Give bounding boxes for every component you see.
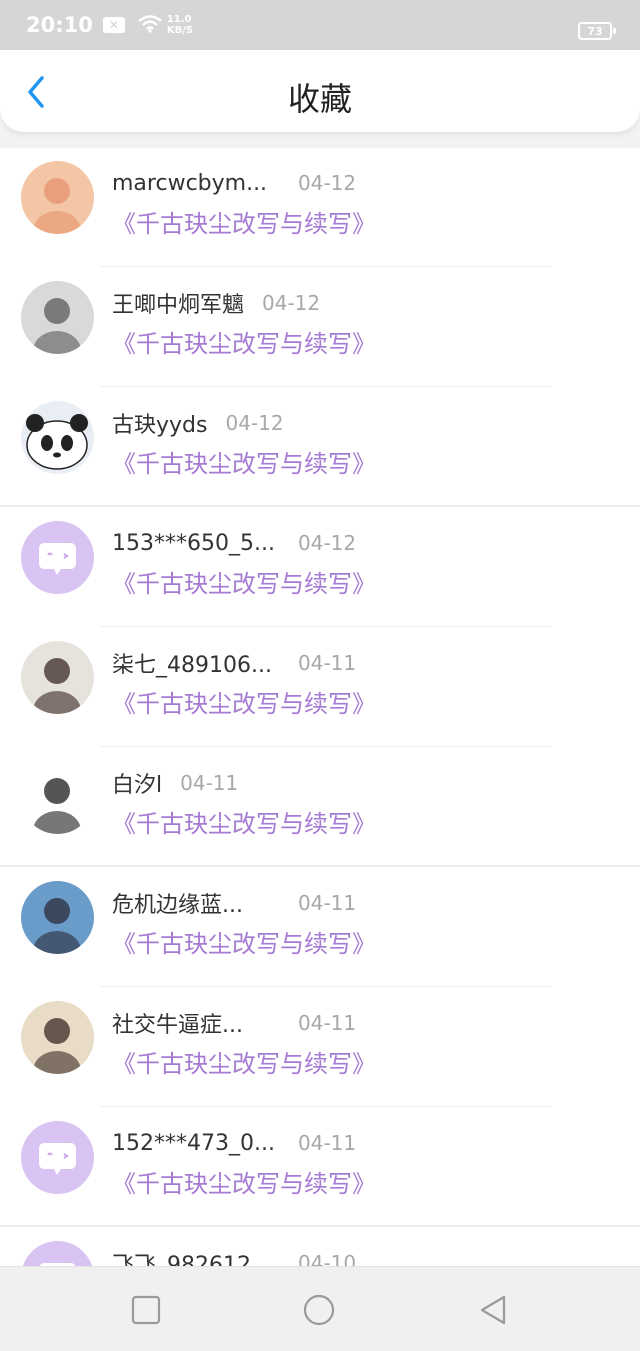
status-bar: 20:10 ✕ 11.0 KB/S 73	[0, 0, 640, 50]
book-title[interactable]: 《千古玦尘改写与续写》	[112, 564, 376, 599]
avatar[interactable]	[21, 161, 94, 234]
avatar[interactable]	[21, 641, 94, 714]
avatar[interactable]	[21, 281, 94, 354]
date: 04-11	[298, 1131, 357, 1155]
name-row: 白汐l 04-11	[112, 768, 238, 798]
network-speed: 11.0 KB/S	[167, 14, 193, 36]
recent-apps-icon[interactable]	[129, 1293, 163, 1327]
date: 04-11	[180, 771, 239, 795]
divider	[0, 505, 640, 507]
date: 04-12	[262, 291, 321, 315]
notification-icon: ✕	[102, 17, 125, 33]
list-item[interactable]: 柒七_489106... 04-11 《千古玦尘改写与续写》	[0, 628, 640, 748]
home-icon[interactable]	[302, 1293, 336, 1327]
list-item[interactable]: 社交牛逼症... 04-11 《千古玦尘改写与续写》	[0, 988, 640, 1108]
user-name: 柒七_489106...	[112, 653, 272, 678]
user-name: 飞飞_982612...	[112, 1253, 272, 1266]
name-row: 危机边缘蓝... 04-11	[112, 888, 356, 918]
divider	[100, 746, 552, 747]
user-name: 社交牛逼症...	[112, 1013, 243, 1038]
network-speed-unit: KB/S	[166, 25, 194, 36]
avatar[interactable]	[21, 761, 94, 834]
list-item[interactable]: marcwcbym... 04-12 《千古玦尘改写与续写》	[0, 148, 640, 268]
list-item[interactable]: 白汐l 04-11 《千古玦尘改写与续写》	[0, 748, 640, 868]
date: 04-10	[298, 1251, 357, 1266]
divider	[100, 986, 552, 987]
user-name: 152***473_0...	[112, 1130, 275, 1156]
list-item[interactable]: 飞飞_982612... 04-10	[0, 1228, 640, 1266]
avatar[interactable]	[21, 1241, 94, 1266]
divider	[0, 865, 640, 867]
date: 04-11	[298, 651, 357, 675]
list-item[interactable]: 王唧中炯军魑 04-12 《千古玦尘改写与续写》	[0, 268, 640, 388]
date: 04-12	[298, 171, 357, 195]
date: 04-12	[225, 411, 284, 435]
network-speed-value: 11.0	[166, 14, 192, 25]
name-row: marcwcbym... 04-12	[112, 168, 356, 198]
name-row: 古玦yyds 04-12	[112, 408, 284, 438]
user-name: 153***650_5...	[112, 530, 275, 556]
avatar[interactable]	[21, 521, 94, 594]
name-row: 社交牛逼症... 04-11	[112, 1008, 356, 1038]
favorites-list: marcwcbym... 04-12 《千古玦尘改写与续写》 王唧中炯军魑 04…	[0, 148, 640, 1266]
avatar[interactable]	[21, 1121, 94, 1194]
user-name: 白汐l	[112, 773, 163, 798]
name-row: 153***650_5... 04-12	[112, 528, 356, 558]
back-triangle-icon[interactable]	[476, 1293, 510, 1327]
avatar[interactable]	[21, 1001, 94, 1074]
avatar[interactable]	[21, 401, 94, 474]
divider	[100, 266, 552, 267]
list-item[interactable]: 153***650_5... 04-12 《千古玦尘改写与续写》	[0, 508, 640, 628]
book-title[interactable]: 《千古玦尘改写与续写》	[112, 924, 376, 959]
divider	[100, 386, 552, 387]
date: 04-11	[298, 891, 357, 915]
book-title[interactable]: 《千古玦尘改写与续写》	[112, 1164, 376, 1199]
wifi-icon	[137, 13, 163, 38]
list-item[interactable]: 152***473_0... 04-11 《千古玦尘改写与续写》	[0, 1108, 640, 1228]
book-title[interactable]: 《千古玦尘改写与续写》	[112, 684, 376, 719]
system-nav-bar	[0, 1266, 640, 1351]
header: 收藏	[0, 50, 640, 132]
divider	[100, 626, 552, 627]
date: 04-12	[298, 531, 357, 555]
book-title[interactable]: 《千古玦尘改写与续写》	[112, 444, 376, 479]
date: 04-11	[298, 1011, 357, 1035]
name-row: 王唧中炯军魑 04-12	[112, 288, 320, 318]
book-title[interactable]: 《千古玦尘改写与续写》	[112, 204, 376, 239]
user-name: 古玦yyds	[112, 413, 208, 438]
battery-icon: 73	[578, 22, 616, 40]
book-title[interactable]: 《千古玦尘改写与续写》	[112, 1044, 376, 1079]
book-title[interactable]: 《千古玦尘改写与续写》	[112, 324, 376, 359]
user-name: 危机边缘蓝...	[112, 893, 243, 918]
status-time: 20:10	[26, 13, 93, 37]
user-name: 王唧中炯军魑	[112, 293, 245, 318]
name-row: 柒七_489106... 04-11	[112, 648, 356, 678]
avatar[interactable]	[21, 881, 94, 954]
user-name: marcwcbym...	[112, 170, 268, 196]
page-title: 收藏	[287, 80, 352, 118]
name-row: 152***473_0... 04-11	[112, 1128, 356, 1158]
name-row: 飞飞_982612... 04-10	[112, 1248, 356, 1266]
book-title[interactable]: 《千古玦尘改写与续写》	[112, 804, 376, 839]
list-item[interactable]: 危机边缘蓝... 04-11 《千古玦尘改写与续写》	[0, 868, 640, 988]
divider	[100, 1106, 552, 1107]
battery-level: 73	[587, 24, 603, 38]
list-item[interactable]: 古玦yyds 04-12 《千古玦尘改写与续写》	[0, 388, 640, 508]
divider	[0, 1225, 640, 1227]
